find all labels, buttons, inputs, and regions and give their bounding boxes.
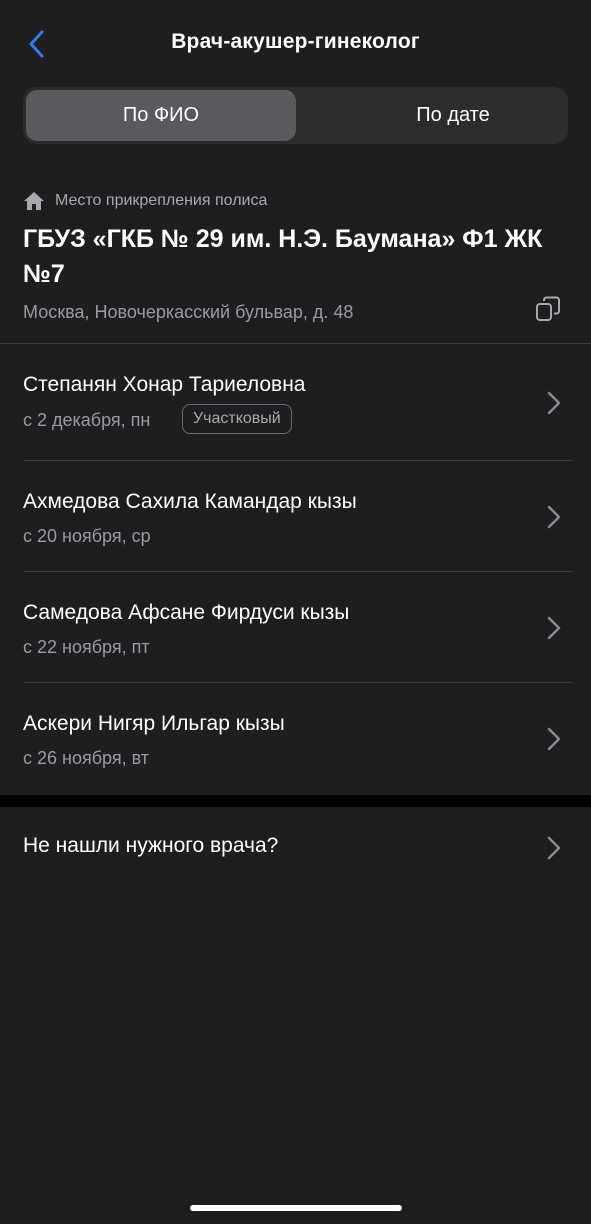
chevron-right-icon	[547, 505, 561, 529]
navigation-header: Врач-акушер-гинеколог	[0, 0, 591, 88]
doctor-list-item[interactable]: Самедова Афсане Фирдуси кызы с 22 ноября…	[0, 572, 591, 682]
copy-icon	[536, 296, 560, 321]
doctor-not-found-label: Не нашли нужного врача?	[23, 834, 279, 857]
doctor-name: Самедова Афсане Фирдуси кызы	[23, 601, 350, 624]
doctor-name: Степанян Хонар Тариеловна	[23, 373, 306, 396]
doctor-available-date: с 20 ноября, ср	[23, 526, 151, 546]
segment-by-name[interactable]: По ФИО	[26, 90, 296, 141]
policy-clinic-card: Место прикрепления полиса ГБУЗ «ГКБ № 29…	[23, 188, 568, 323]
divider	[0, 343, 591, 344]
doctor-list-item[interactable]: Аскери Нигяр Ильгар кызы с 26 ноября, вт	[0, 683, 591, 793]
policy-label: Место прикрепления полиса	[55, 192, 268, 209]
chevron-right-icon	[547, 836, 561, 860]
doctor-available-date: с 26 ноября, вт	[23, 748, 149, 768]
doctor-not-found-item[interactable]: Не нашли нужного врача?	[0, 807, 591, 889]
doctor-name: Ахмедова Сахила Камандар кызы	[23, 490, 357, 513]
doctor-name: Аскери Нигяр Ильгар кызы	[23, 712, 285, 735]
district-badge: Участковый	[182, 404, 292, 434]
chevron-right-icon	[547, 391, 561, 415]
doctor-list-item[interactable]: Ахмедова Сахила Камандар кызы с 20 ноябр…	[0, 461, 591, 571]
doctor-available-date: с 22 ноября, пт	[23, 637, 150, 657]
segment-by-date[interactable]: По дате	[318, 90, 588, 141]
clinic-name: ГБУЗ «ГКБ № 29 им. Н.Э. Баумана» Ф1 ЖК №…	[23, 225, 543, 288]
doctor-list-item[interactable]: Степанян Хонар Тариеловна с 2 декабря, п…	[0, 350, 591, 460]
chevron-right-icon	[547, 727, 561, 751]
copy-address-button[interactable]	[535, 296, 565, 326]
page-title: Врач-акушер-гинеколог	[171, 30, 420, 53]
section-separator	[0, 795, 591, 807]
clinic-address: Москва, Новочеркасский бульвар, д. 48	[23, 302, 354, 322]
home-indicator[interactable]	[190, 1205, 402, 1211]
chevron-right-icon	[547, 616, 561, 640]
doctor-available-date: с 2 декабря, пн	[23, 410, 151, 430]
home-icon	[24, 192, 44, 210]
sort-segmented-control: По ФИО По дате	[23, 87, 568, 144]
